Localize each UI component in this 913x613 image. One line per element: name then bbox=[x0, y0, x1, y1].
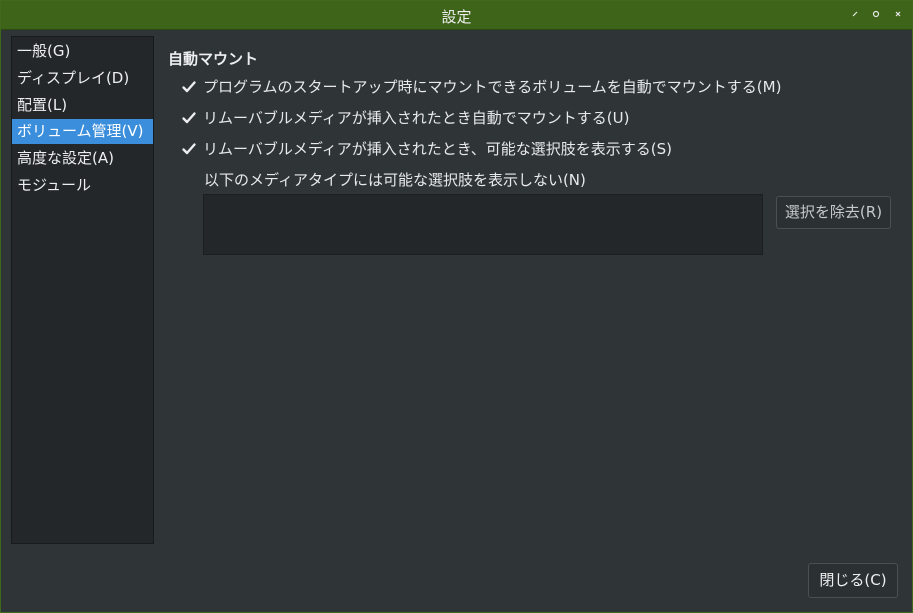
remove-selection-button[interactable]: 選択を除去(R) bbox=[776, 196, 891, 229]
settings-window: 設定 一般(G) ディスプレイ(D) 配置(L) ボリューム管理(V) 高度な設… bbox=[0, 0, 913, 613]
close-icon bbox=[895, 11, 901, 17]
close-window-button[interactable] bbox=[890, 7, 906, 23]
minimize-icon bbox=[852, 11, 858, 17]
option-label: リムーバブルメディアが挿入されたとき自動でマウントする(U) bbox=[203, 109, 630, 127]
sidebar-item-layout[interactable]: 配置(L) bbox=[12, 93, 153, 118]
maximize-icon bbox=[872, 10, 880, 18]
close-button[interactable]: 閉じる(C) bbox=[808, 563, 898, 598]
media-type-list[interactable] bbox=[203, 194, 763, 255]
section-title-automount: 自動マウント bbox=[168, 50, 259, 68]
option-label: リムーバブルメディアが挿入されたとき、可能な選択肢を表示する(S) bbox=[203, 140, 672, 158]
minimize-button[interactable] bbox=[847, 7, 863, 23]
window-title: 設定 bbox=[441, 8, 472, 26]
check-icon[interactable] bbox=[181, 79, 197, 95]
title-bar[interactable]: 設定 bbox=[1, 1, 912, 30]
sidebar-item-volume-management[interactable]: ボリューム管理(V) bbox=[12, 119, 153, 144]
maximize-button[interactable] bbox=[868, 7, 884, 23]
check-icon[interactable] bbox=[181, 110, 197, 126]
check-icon[interactable] bbox=[181, 141, 197, 157]
sidebar-item-general[interactable]: 一般(G) bbox=[12, 39, 153, 64]
sidebar-item-display[interactable]: ディスプレイ(D) bbox=[12, 66, 153, 91]
sidebar-item-modules[interactable]: モジュール bbox=[12, 173, 153, 198]
category-sidebar: 一般(G) ディスプレイ(D) 配置(L) ボリューム管理(V) 高度な設定(A… bbox=[11, 36, 154, 544]
sidebar-item-advanced[interactable]: 高度な設定(A) bbox=[12, 146, 153, 171]
option-label: プログラムのスタートアップ時にマウントできるボリュームを自動でマウントする(M) bbox=[203, 78, 782, 96]
media-list-label: 以下のメディアタイプには可能な選択肢を表示しない(N) bbox=[204, 171, 586, 189]
